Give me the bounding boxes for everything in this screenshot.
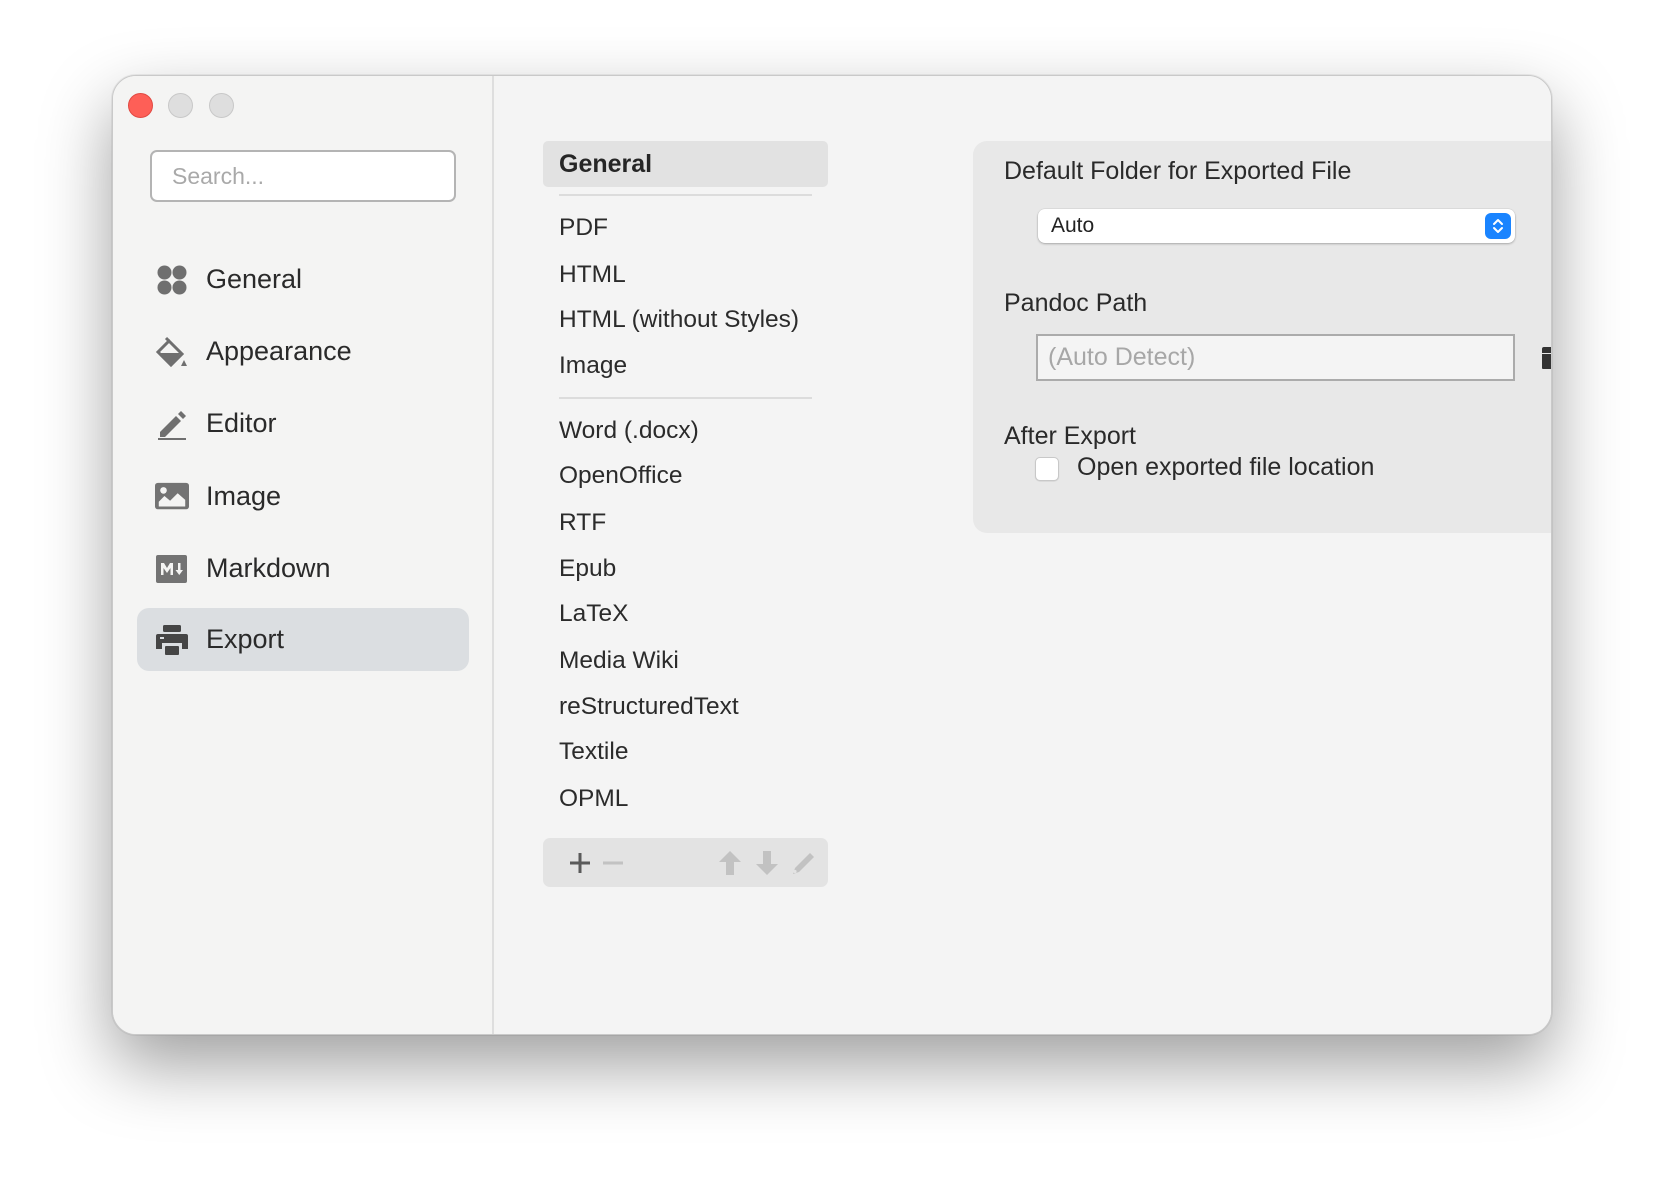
remove-format-button[interactable] bbox=[598, 838, 628, 887]
sidebar-item-general[interactable]: General bbox=[137, 248, 469, 311]
format-item-pdf[interactable]: PDF bbox=[559, 213, 608, 243]
browse-folder-button[interactable] bbox=[1541, 346, 1551, 372]
minus-icon bbox=[603, 861, 623, 864]
default-folder-label: Default Folder for Exported File bbox=[1004, 157, 1352, 185]
minimize-button[interactable] bbox=[168, 93, 193, 118]
chevron-up-down-icon bbox=[1485, 213, 1511, 239]
search-input[interactable] bbox=[150, 150, 456, 202]
pandoc-path-label: Pandoc Path bbox=[1004, 289, 1148, 317]
open-location-label[interactable]: Open exported file location bbox=[1077, 453, 1374, 482]
format-item-html[interactable]: HTML bbox=[559, 260, 626, 290]
format-item-media-wiki[interactable]: Media Wiki bbox=[559, 646, 679, 676]
format-item-html-without-styles[interactable]: HTML (without Styles) bbox=[559, 305, 799, 335]
format-item-image[interactable]: Image bbox=[559, 351, 627, 381]
arrow-up-icon bbox=[719, 850, 741, 875]
export-settings-panel: Default Folder for Exported File Auto Pa… bbox=[973, 141, 1551, 533]
sidebar-item-label: General bbox=[206, 264, 303, 294]
format-item-opml[interactable]: OPML bbox=[559, 784, 628, 814]
sidebar-item-label: Editor bbox=[206, 408, 277, 438]
move-down-button[interactable] bbox=[753, 838, 781, 887]
sidebar-item-label: Image bbox=[206, 481, 282, 511]
sidebar-item-label: Export bbox=[206, 624, 285, 654]
grid-circles-icon bbox=[155, 263, 189, 297]
divider bbox=[559, 194, 812, 196]
edit-format-button[interactable] bbox=[790, 838, 818, 887]
add-format-button[interactable] bbox=[565, 838, 595, 887]
format-item-textile[interactable]: Textile bbox=[559, 737, 628, 767]
format-item-latex[interactable]: LaTeX bbox=[559, 599, 628, 629]
open-location-checkbox[interactable] bbox=[1035, 457, 1059, 481]
pencil-icon bbox=[793, 852, 814, 874]
sidebar-item-markdown[interactable]: Markdown bbox=[137, 537, 469, 600]
format-list-toolbar bbox=[543, 838, 828, 887]
format-item-general[interactable]: General bbox=[543, 141, 828, 187]
after-export-label: After Export bbox=[1004, 422, 1136, 450]
format-item-openoffice[interactable]: OpenOffice bbox=[559, 461, 682, 491]
maximize-button[interactable] bbox=[209, 93, 234, 118]
preferences-window: General Appearance bbox=[112, 75, 1552, 1035]
sidebar-item-image[interactable]: Image bbox=[137, 465, 469, 528]
sidebar-item-appearance[interactable]: Appearance bbox=[137, 320, 469, 383]
sidebar: General Appearance bbox=[113, 76, 494, 1034]
sidebar-item-editor[interactable]: Editor bbox=[137, 392, 469, 455]
sidebar-item-export[interactable]: Export bbox=[137, 608, 469, 671]
paint-bucket-icon bbox=[155, 335, 189, 369]
plus-icon bbox=[570, 852, 590, 873]
sidebar-item-label: Appearance bbox=[206, 336, 352, 366]
pandoc-path-input[interactable] bbox=[1036, 334, 1515, 381]
format-item-word[interactable]: Word (.docx) bbox=[559, 416, 699, 446]
format-item-rtf[interactable]: RTF bbox=[559, 508, 606, 538]
format-item-epub[interactable]: Epub bbox=[559, 554, 616, 584]
folder-icon bbox=[1542, 347, 1551, 369]
format-item-restructuredtext[interactable]: reStructuredText bbox=[559, 692, 739, 722]
arrow-down-icon bbox=[756, 850, 778, 875]
image-icon bbox=[155, 480, 189, 514]
select-value: Auto bbox=[1051, 214, 1095, 237]
default-folder-select[interactable]: Auto bbox=[1038, 209, 1515, 243]
content-area: General PDF HTML HTML (without Styles) I… bbox=[496, 76, 1551, 1034]
markdown-icon bbox=[155, 552, 189, 586]
divider bbox=[559, 397, 812, 399]
close-button[interactable] bbox=[128, 93, 153, 118]
printer-icon bbox=[155, 623, 189, 657]
pencil-icon bbox=[155, 407, 189, 441]
move-up-button[interactable] bbox=[716, 838, 744, 887]
sidebar-item-label: Markdown bbox=[206, 553, 331, 583]
